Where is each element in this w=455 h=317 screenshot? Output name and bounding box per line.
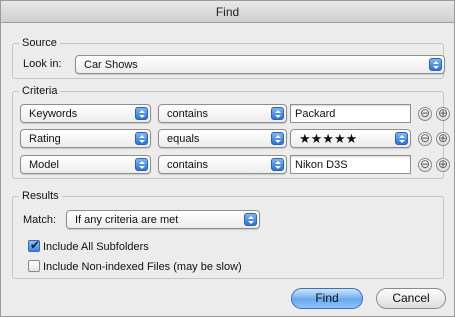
criteria-field-popup[interactable]: Model	[20, 155, 151, 174]
remove-criteria-button[interactable]: ⊖	[418, 132, 432, 146]
popup-arrows-icon	[271, 158, 284, 171]
minus-icon: ⊖	[419, 131, 431, 145]
plus-icon: ⊕	[437, 131, 449, 145]
criteria-field-popup[interactable]: Keywords	[20, 104, 151, 123]
match-label: Match:	[23, 214, 57, 226]
remove-criteria-button[interactable]: ⊖	[418, 158, 432, 172]
popup-arrows-icon	[244, 213, 257, 226]
criteria-operator-value: contains	[167, 159, 208, 171]
look-in-value: Car Shows	[84, 59, 138, 71]
rating-value-popup[interactable]: ★★★★★	[290, 129, 411, 148]
criteria-value-text: Packard	[295, 108, 336, 120]
find-dialog: Find Source Look in: Car Shows Criteria …	[0, 0, 455, 317]
look-in-popup[interactable]: Car Shows	[75, 55, 445, 74]
include-subfolders-label[interactable]: Include All Subfolders	[43, 240, 149, 254]
criteria-group-title: Criteria	[19, 84, 61, 98]
popup-arrows-icon	[271, 132, 284, 145]
minus-icon: ⊖	[419, 157, 431, 171]
match-value: If any criteria are met	[75, 214, 179, 226]
criteria-operator-value: contains	[167, 108, 208, 120]
include-nonindexed-checkbox[interactable]	[28, 260, 40, 272]
criteria-operator-popup[interactable]: contains	[158, 104, 287, 123]
popup-arrows-icon	[135, 107, 148, 120]
criteria-operator-value: equals	[167, 133, 200, 145]
criteria-value-field[interactable]: Packard	[290, 104, 411, 123]
results-group-title: Results	[19, 189, 62, 203]
checkmark-icon: ✔	[30, 238, 41, 252]
criteria-operator-popup[interactable]: contains	[158, 155, 287, 174]
plus-icon: ⊕	[437, 157, 449, 171]
criteria-value-text: Nikon D3S	[295, 159, 348, 171]
add-criteria-button[interactable]: ⊕	[436, 158, 450, 172]
criteria-field-value: Keywords	[29, 108, 78, 120]
criteria-field-popup[interactable]: Rating	[20, 129, 151, 148]
criteria-field-value: Rating	[29, 133, 61, 145]
remove-criteria-button[interactable]: ⊖	[418, 107, 432, 121]
popup-arrows-icon	[135, 132, 148, 145]
find-button[interactable]: Find	[291, 288, 363, 309]
criteria-field-value: Model	[29, 159, 59, 171]
rating-stars: ★★★★★	[299, 131, 358, 146]
include-nonindexed-label[interactable]: Include Non-indexed Files (may be slow)	[43, 260, 242, 274]
add-criteria-button[interactable]: ⊕	[436, 132, 450, 146]
minus-icon: ⊖	[419, 106, 431, 120]
popup-arrows-icon	[429, 58, 442, 71]
source-group-title: Source	[19, 36, 60, 50]
plus-icon: ⊕	[437, 106, 449, 120]
add-criteria-button[interactable]: ⊕	[436, 107, 450, 121]
cancel-button[interactable]: Cancel	[376, 288, 446, 309]
look-in-label: Look in:	[23, 58, 62, 70]
include-subfolders-checkbox[interactable]: ✔	[28, 238, 41, 252]
popup-arrows-icon	[271, 107, 284, 120]
criteria-operator-popup[interactable]: equals	[158, 129, 287, 148]
popup-arrows-icon	[395, 132, 408, 145]
window-title: Find	[1, 1, 454, 23]
criteria-value-field[interactable]: Nikon D3S	[290, 155, 411, 174]
match-popup[interactable]: If any criteria are met	[66, 210, 260, 229]
popup-arrows-icon	[135, 158, 148, 171]
